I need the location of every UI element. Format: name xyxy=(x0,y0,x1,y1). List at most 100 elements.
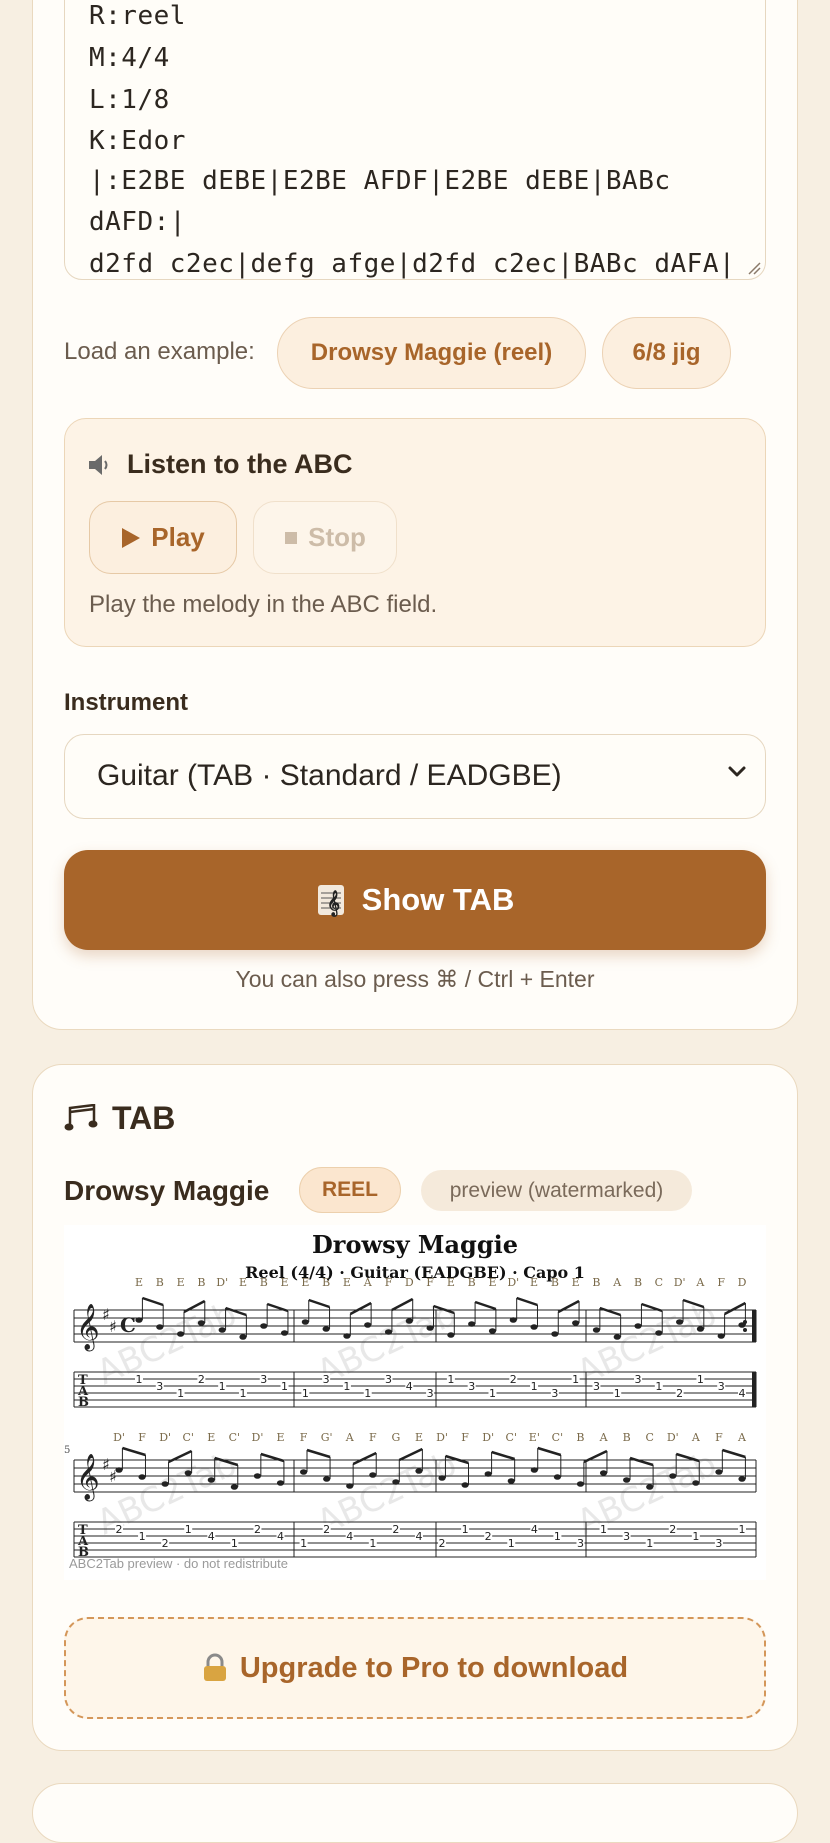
note-beam xyxy=(599,1306,622,1317)
repeat-dot xyxy=(743,1328,747,1332)
tab-fret-number: 1 xyxy=(692,1530,699,1543)
tab-heading-label: TAB xyxy=(112,1100,176,1136)
note-head xyxy=(613,1334,621,1340)
note-head xyxy=(276,1480,285,1486)
abc-line: |:E2BE dEBE|E2BE AFDF|E2BE dEBE|BABc xyxy=(89,166,671,196)
note-beam xyxy=(391,1297,414,1312)
tune-title: Drowsy Maggie xyxy=(64,1175,270,1206)
tab-fret-number: 3 xyxy=(468,1380,475,1393)
note-name-label: E xyxy=(415,1431,423,1444)
tab-fret-number: 2 xyxy=(676,1387,683,1400)
stop-button[interactable]: Stop xyxy=(253,501,397,574)
watermark-text: ABC2Tab xyxy=(311,1444,463,1543)
note-head xyxy=(115,1467,123,1473)
tab-fret-number: 3 xyxy=(260,1373,267,1386)
note-head xyxy=(592,1327,601,1333)
note-head xyxy=(655,1330,663,1336)
tab-fret-number: 4 xyxy=(406,1380,413,1393)
abc-line: M:4/4 xyxy=(89,43,170,73)
tab-fret-number: 2 xyxy=(510,1373,517,1386)
note-head xyxy=(717,1333,725,1339)
tab-fret-number: 3 xyxy=(551,1387,558,1400)
listen-panel: Listen to the ABC Play Stop Play the mel… xyxy=(64,418,766,647)
note-head xyxy=(299,1469,308,1475)
note-head xyxy=(696,1326,705,1332)
tab-fret-number: 3 xyxy=(323,1373,330,1386)
note-head xyxy=(426,1325,434,1331)
note-beam xyxy=(629,1456,654,1467)
note-name-label: F xyxy=(461,1431,469,1444)
example-drowsy-maggie-button[interactable]: Drowsy Maggie (reel) xyxy=(277,317,586,389)
tab-fret-number: 1 xyxy=(614,1387,621,1400)
final-bar xyxy=(752,1310,756,1342)
note-name-label: E' xyxy=(529,1431,540,1444)
tab-fret-number: 1 xyxy=(531,1380,538,1393)
note-name-label: D' xyxy=(667,1431,679,1444)
abc-line: L:1/8 xyxy=(89,85,170,115)
note-head xyxy=(551,1331,559,1337)
note-head xyxy=(405,1318,413,1324)
examples-label: Load an example: xyxy=(64,338,255,365)
upgrade-to-pro-button[interactable]: Upgrade to Pro to download xyxy=(64,1617,766,1719)
note-name-label: C' xyxy=(552,1431,563,1444)
watermark-text: ABC2Tab xyxy=(571,1444,723,1543)
note-head xyxy=(715,1469,723,1475)
watermark-text: ABC2Tab xyxy=(91,1294,243,1393)
tab-fret-number: 4 xyxy=(277,1530,284,1543)
tab-fret-number: 2 xyxy=(323,1523,330,1536)
listen-hint: Play the melody in the ABC field. xyxy=(89,591,438,618)
note-head xyxy=(184,1470,192,1476)
preview-badge: preview (watermarked) xyxy=(421,1170,692,1211)
note-head xyxy=(572,1320,580,1326)
tab-fret-number: 1 xyxy=(462,1523,469,1536)
resize-grip-icon[interactable] xyxy=(747,261,761,275)
instrument-select[interactable]: Guitar (TAB · Standard / EADGBE) xyxy=(64,734,766,819)
measure-number: 5 xyxy=(64,1445,70,1456)
next-card xyxy=(32,1783,798,1843)
note-head xyxy=(530,1467,538,1473)
note-beam xyxy=(142,1296,164,1307)
music-score-icon: 𝄞 xyxy=(317,885,344,917)
play-button[interactable]: Play xyxy=(89,501,237,574)
note-head xyxy=(509,1317,517,1323)
note-head xyxy=(576,1481,585,1487)
note-head xyxy=(738,1322,746,1328)
note-beam xyxy=(724,1301,746,1316)
note-head xyxy=(322,1326,330,1332)
note-head xyxy=(156,1324,164,1330)
note-beam xyxy=(308,1298,330,1309)
note-beam xyxy=(516,1296,538,1307)
note-name-label: C' xyxy=(506,1431,517,1444)
tab-fret-number: 1 xyxy=(489,1387,496,1400)
tab-fret-number: 1 xyxy=(554,1530,561,1543)
note-head xyxy=(484,1471,492,1477)
tab-fret-number: 2 xyxy=(198,1373,205,1386)
shortcut-hint: You can also press ⌘ / Ctrl + Enter xyxy=(235,966,595,992)
note-head xyxy=(207,1477,215,1483)
show-tab-button[interactable]: 𝄞 Show TAB xyxy=(64,850,766,950)
note-head xyxy=(634,1323,642,1329)
abc-line: K:Edor xyxy=(89,126,186,156)
final-tab-bar xyxy=(752,1372,756,1407)
note-name-label: G xyxy=(391,1431,400,1444)
tab-fret-number: 1 xyxy=(300,1537,307,1550)
note-name-label: A xyxy=(599,1431,609,1444)
note-name-label: C' xyxy=(229,1431,240,1444)
note-name-label: C' xyxy=(182,1431,193,1444)
abc-line: d2fd c2ec|defg afge|d2fd c2ec|BABc dAFA| xyxy=(89,249,736,279)
tab-fret-number: 1 xyxy=(646,1537,653,1550)
example-jig-button[interactable]: 6/8 jig xyxy=(602,317,731,389)
abc-textarea[interactable]: R:reel M:4/4 L:1/8 K:Edor |:E2BE dEBE|E2… xyxy=(64,0,766,280)
tab-fret-number: 1 xyxy=(239,1387,246,1400)
show-tab-label: Show TAB xyxy=(361,882,515,917)
tab-fret-number: 1 xyxy=(302,1387,309,1400)
listen-title: Listen to the ABC xyxy=(127,449,353,479)
note-name-label: B xyxy=(623,1431,631,1444)
note-head xyxy=(553,1474,562,1480)
tab-fret-number: 2 xyxy=(116,1523,123,1536)
lock-icon xyxy=(203,1653,226,1681)
stop-label: Stop xyxy=(308,522,366,552)
note-head xyxy=(646,1484,654,1490)
abc-line: dAFD:| xyxy=(89,207,186,237)
note-head xyxy=(301,1319,309,1325)
